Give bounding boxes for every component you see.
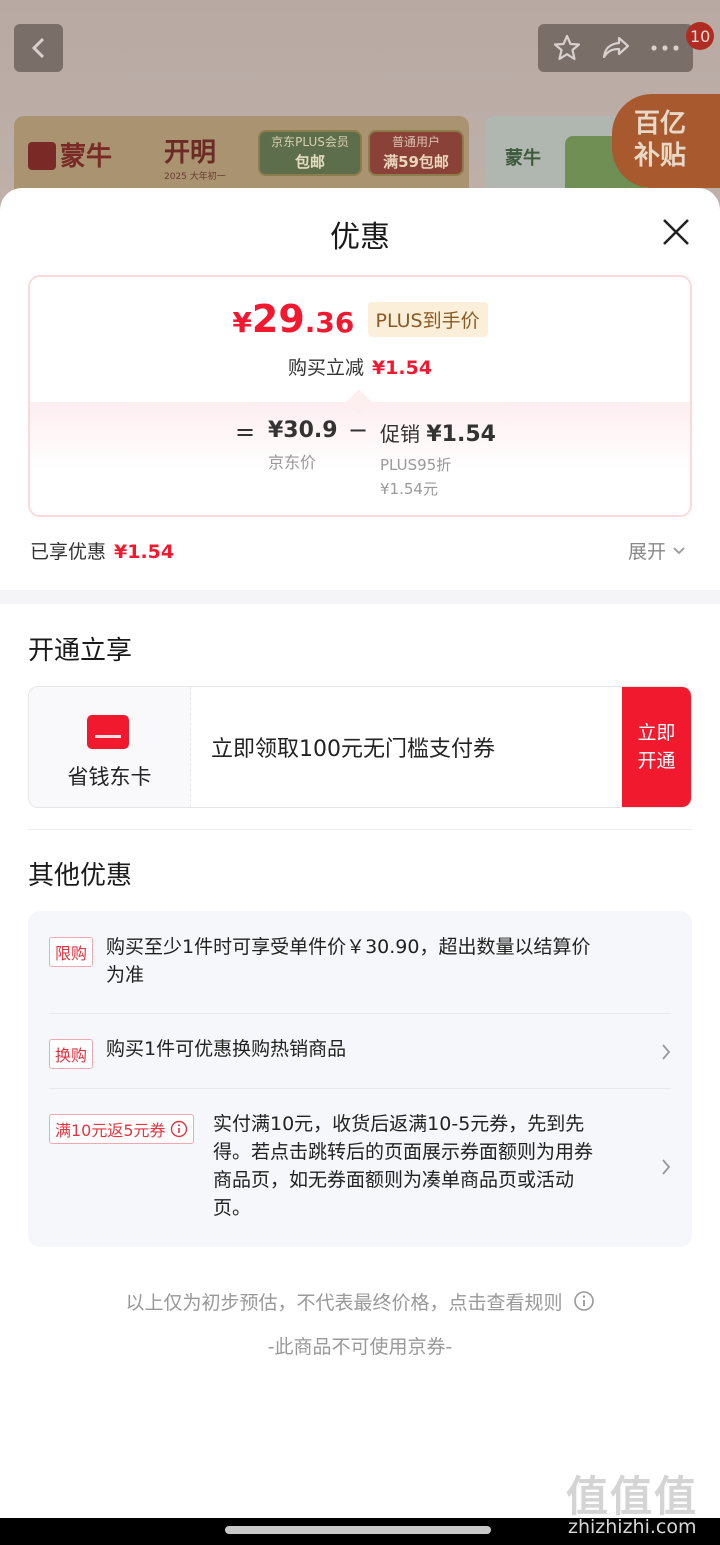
coupon-restriction-note: -此商品不可使用京券-: [267, 1336, 453, 1358]
divider: [28, 829, 692, 830]
plus-shipping-tag: 京东PLUS会员 包邮: [258, 130, 362, 176]
discount-sheet: 优惠 ¥29.36 PLUS到手价 购买立减 ¥1.54 = ¥30.9 京东价 …: [0, 188, 720, 1518]
home-indicator[interactable]: [225, 1526, 491, 1534]
expand-button[interactable]: 展开: [628, 537, 686, 564]
list-item-text: 购买1件可优惠换购热销商品: [106, 1038, 347, 1060]
subsidy-badge[interactable]: 百亿 补贴: [612, 94, 720, 188]
brand-logo-secondary: 蒙牛: [505, 148, 541, 169]
open-now-button[interactable]: 立即 开通: [622, 687, 691, 807]
enjoyed-discount: 已享优惠 ¥1.54: [30, 541, 175, 563]
price-breakdown-card: ¥29.36 PLUS到手价 购买立减 ¥1.54 = ¥30.9 京东价 − 促…: [28, 275, 692, 517]
more-icon: [650, 45, 679, 51]
other-section-title: 其他优惠: [28, 861, 133, 891]
list-item[interactable]: 换购 购买1件可优惠换购热销商品: [49, 1035, 671, 1071]
exchange-tag: 换购: [49, 1039, 94, 1069]
other-discounts-list: 限购 购买至少1件时可享受单件价￥30.90，超出数量以结算价 为准 换购 购买…: [28, 911, 692, 1247]
star-icon: [553, 34, 580, 61]
watermark-url: zhizhizhi.com: [568, 1516, 697, 1538]
chevron-right-icon: [662, 1159, 671, 1175]
back-icon: [31, 37, 44, 59]
brand-logo: 蒙牛: [28, 136, 112, 173]
close-icon: [663, 219, 689, 245]
saving-card-name: 省钱东卡: [67, 765, 152, 789]
favorite-button[interactable]: [547, 28, 587, 68]
list-item-text: 实付满10元，收货后返满10-5元券，先到先 得。若点击跳转后的页面展示券面额则…: [213, 1113, 594, 1219]
share-button[interactable]: [596, 28, 636, 68]
back-button[interactable]: [14, 24, 63, 72]
estimate-rules-link[interactable]: 以上仅为初步预估，不代表最终价格，点击查看规则: [0, 1288, 720, 1315]
instant-reduction: 购买立减 ¥1.54: [287, 357, 433, 379]
share-icon: [602, 36, 629, 59]
watermark-logo: 值值值: [566, 1472, 699, 1521]
jd-price: ¥30.9 京东价: [268, 418, 338, 472]
close-button[interactable]: [656, 212, 696, 252]
more-button[interactable]: [645, 28, 685, 68]
sheet-title: 优惠: [330, 220, 390, 255]
saving-card-badge: 省钱东卡: [29, 687, 191, 807]
chevron-down-icon: [673, 546, 685, 554]
equals-sign: =: [235, 418, 256, 446]
plus-price-label: PLUS到手价: [367, 301, 488, 337]
promotion-discount: 促销 ¥1.54 PLUS95折 ¥1.54元: [380, 422, 496, 498]
message-badge: 10: [686, 22, 715, 50]
list-item-text: 购买至少1件时可享受单件价￥30.90，超出数量以结算价 为准: [106, 936, 591, 986]
divider: [49, 1013, 671, 1014]
list-item: 限购 购买至少1件时可享受单件价￥30.90，超出数量以结算价 为准: [49, 933, 671, 995]
list-item[interactable]: 满10元返5元券 实付满10元，收货后返满10-5元券，先到先 得。若点击跳转后…: [49, 1110, 671, 1228]
saving-card-description: 立即领取100元无门槛支付券: [211, 737, 495, 762]
info-icon[interactable]: [170, 1120, 188, 1138]
final-price-row: ¥29.36 PLUS到手价: [30, 297, 690, 341]
saving-card-offer[interactable]: 省钱东卡 立即领取100元无门槛支付券 立即 开通: [28, 686, 692, 808]
section-gap: [0, 590, 720, 604]
limit-tag: 限购: [49, 937, 94, 967]
chevron-right-icon: [662, 1044, 671, 1060]
open-section-title: 开通立享: [28, 636, 133, 666]
brand-logo-mark: [28, 142, 56, 170]
info-icon: [573, 1291, 594, 1311]
final-price: ¥29.36: [232, 297, 355, 341]
minus-sign: −: [348, 416, 369, 444]
festival-calligraphy: 开明 2025 大年初一: [164, 138, 226, 182]
coupon-return-tag: 满10元返5元券: [49, 1114, 194, 1144]
user-shipping-tag: 普通用户 满59包邮: [368, 130, 464, 176]
divider: [49, 1088, 671, 1089]
nav-actions: [538, 24, 693, 72]
price-calculation: = ¥30.9 京东价 − 促销 ¥1.54 PLUS95折 ¥1.54元: [30, 389, 690, 515]
card-icon: [87, 715, 129, 749]
